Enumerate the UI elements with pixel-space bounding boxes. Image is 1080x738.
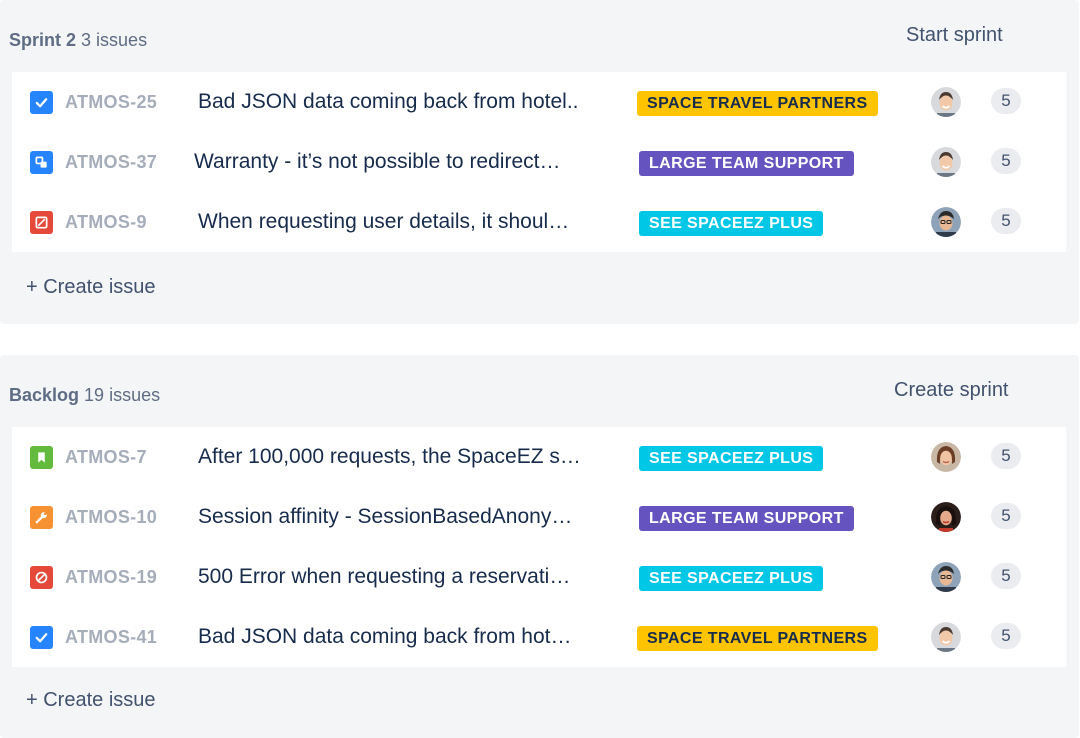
assignee-avatar[interactable] — [931, 207, 961, 237]
epic-label[interactable]: SPACE TRAVEL PARTNERS — [637, 626, 878, 651]
assignee-avatar[interactable] — [931, 442, 961, 472]
issue-key[interactable]: ATMOS-41 — [65, 627, 157, 648]
sprint-issue-list: ATMOS-25 Bad JSON data coming back from … — [12, 72, 1066, 252]
create-sprint-button[interactable]: Create sprint — [894, 379, 1009, 402]
task-checkbox-icon — [30, 626, 53, 649]
sprint-section: Sprint 2 3 issues Start sprint ATMOS-25 … — [0, 0, 1079, 324]
epic-label[interactable]: LARGE TEAM SUPPORT — [639, 506, 854, 531]
issue-key[interactable]: ATMOS-7 — [65, 447, 147, 468]
story-points-badge: 5 — [991, 503, 1021, 529]
issue-summary: Bad JSON data coming back from hotel.. — [198, 90, 579, 113]
story-bookmark-icon — [30, 446, 53, 469]
issue-key[interactable]: ATMOS-37 — [65, 152, 157, 173]
create-issue-button[interactable]: + Create issue — [26, 276, 156, 299]
sprint-header: Sprint 2 3 issues — [9, 30, 147, 51]
wrench-icon — [30, 506, 53, 529]
issue-row[interactable]: ATMOS-9 When requesting user details, it… — [12, 192, 1066, 252]
issue-row[interactable]: ATMOS-41 Bad JSON data coming back from … — [12, 607, 1066, 667]
issue-row[interactable]: ATMOS-7 After 100,000 requests, the Spac… — [12, 427, 1066, 487]
story-points-badge: 5 — [991, 623, 1021, 649]
story-points-badge: 5 — [991, 208, 1021, 234]
backlog-section: Backlog 19 issues Create sprint ATMOS-7 … — [0, 355, 1079, 738]
issue-key[interactable]: ATMOS-25 — [65, 92, 157, 113]
epic-label[interactable]: SEE SPACEEZ PLUS — [639, 446, 824, 471]
issue-summary: 500 Error when requesting a reservati… — [198, 565, 571, 588]
epic-label[interactable]: LARGE TEAM SUPPORT — [639, 151, 854, 176]
story-points-badge: 5 — [991, 563, 1021, 589]
issue-summary: Warranty - it’s not possible to redirect… — [194, 150, 561, 173]
story-points-badge: 5 — [991, 88, 1021, 114]
issue-summary: Session affinity - SessionBasedAnony… — [198, 505, 573, 528]
issue-key[interactable]: ATMOS-19 — [65, 567, 157, 588]
issue-key[interactable]: ATMOS-9 — [65, 212, 147, 233]
task-checkbox-icon — [30, 91, 53, 114]
issue-key[interactable]: ATMOS-10 — [65, 507, 157, 528]
backlog-issue-count: 19 issues — [84, 385, 161, 405]
issue-row[interactable]: ATMOS-25 Bad JSON data coming back from … — [12, 72, 1066, 132]
backlog-name: Backlog — [9, 385, 80, 405]
assignee-avatar[interactable] — [931, 502, 961, 532]
epic-label[interactable]: SEE SPACEEZ PLUS — [639, 566, 824, 591]
blocker-icon — [30, 566, 53, 589]
create-issue-button[interactable]: + Create issue — [26, 689, 156, 712]
assignee-avatar[interactable] — [931, 562, 961, 592]
subtask-icon — [30, 151, 53, 174]
story-points-badge: 5 — [991, 443, 1021, 469]
epic-label[interactable]: SEE SPACEEZ PLUS — [639, 211, 824, 236]
issue-summary: Bad JSON data coming back from hot… — [198, 625, 572, 648]
issue-row[interactable]: ATMOS-10 Session affinity - SessionBased… — [12, 487, 1066, 547]
issue-row[interactable]: ATMOS-19 500 Error when requesting a res… — [12, 547, 1066, 607]
bug-icon — [30, 211, 53, 234]
issue-summary: When requesting user details, it shoul… — [198, 210, 570, 233]
story-points-badge: 5 — [991, 148, 1021, 174]
epic-label[interactable]: SPACE TRAVEL PARTNERS — [637, 91, 878, 116]
assignee-avatar[interactable] — [931, 622, 961, 652]
issue-summary: After 100,000 requests, the SpaceEZ s… — [198, 445, 581, 468]
backlog-header: Backlog 19 issues — [9, 385, 160, 406]
backlog-issue-list: ATMOS-7 After 100,000 requests, the Spac… — [12, 427, 1066, 667]
issue-row[interactable]: ATMOS-37 Warranty - it’s not possible to… — [12, 132, 1066, 192]
assignee-avatar[interactable] — [931, 147, 961, 177]
sprint-issue-count: 3 issues — [81, 30, 148, 50]
assignee-avatar[interactable] — [931, 87, 961, 117]
sprint-name: Sprint 2 — [9, 30, 77, 50]
start-sprint-button[interactable]: Start sprint — [906, 24, 1003, 47]
